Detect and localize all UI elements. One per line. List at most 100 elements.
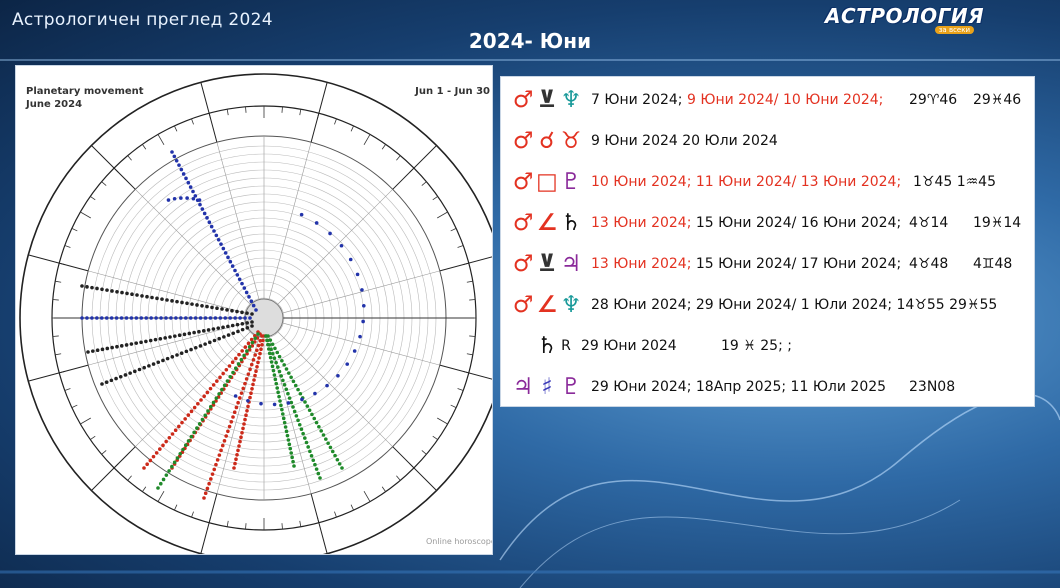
trace-dot xyxy=(212,467,217,472)
trace-dot xyxy=(250,320,254,324)
trace-dot xyxy=(245,311,249,315)
aspect-dates: 29 Юни 2024 xyxy=(581,338,677,354)
moon-trace-dot xyxy=(313,391,317,396)
aspect-glyph-icon: ♆ xyxy=(560,291,582,318)
trace-dot xyxy=(245,321,249,325)
trace-dot xyxy=(235,322,240,327)
trace-dot xyxy=(290,455,294,460)
trace-dot xyxy=(240,310,244,315)
trace-dot xyxy=(177,333,182,338)
trace-dot xyxy=(182,332,187,337)
trace-dot xyxy=(207,220,212,225)
trace-dot xyxy=(275,350,280,355)
trace-dot xyxy=(202,496,206,500)
trace-dot xyxy=(172,154,177,159)
trace-dot xyxy=(245,349,249,353)
moon-trace-dot xyxy=(339,243,344,248)
trace-dot xyxy=(239,357,244,362)
trace-dot xyxy=(202,394,206,399)
trace-dot xyxy=(165,356,170,361)
trace-dot xyxy=(180,300,184,305)
trace-dot xyxy=(210,472,215,476)
aspect-dates: 29 Юни 2024; 18Апр 2025; 11 Юли 2025 xyxy=(591,379,886,395)
trace-dot xyxy=(240,281,244,286)
trace-dot xyxy=(254,369,258,374)
trace-dot xyxy=(170,299,174,303)
trace-dot xyxy=(192,405,197,410)
trace-dot xyxy=(226,429,230,434)
aspect-glyph-icon: ♇ xyxy=(560,373,582,400)
trace-dot xyxy=(165,298,169,302)
trace-dot xyxy=(250,312,254,316)
trace-dot xyxy=(249,391,253,396)
trace-dot xyxy=(137,367,142,372)
trace-dot xyxy=(234,356,238,361)
trace-dot xyxy=(340,466,344,470)
trace-dot xyxy=(226,324,230,329)
trace-dot xyxy=(198,202,202,207)
trace-dot xyxy=(307,408,312,413)
degree-tick xyxy=(90,196,96,201)
aspect-degree: 29♈46 xyxy=(909,92,958,108)
moon-trace-dot xyxy=(358,334,362,339)
page-title: 2024- Юни xyxy=(468,29,592,53)
trace-dot xyxy=(237,277,242,282)
trace-dot xyxy=(243,345,248,349)
trace-dot xyxy=(158,336,163,341)
trace-dot xyxy=(246,341,251,346)
trace-dot xyxy=(86,350,90,354)
trace-dot xyxy=(279,403,283,408)
trace-dot xyxy=(145,462,149,467)
trace-dot xyxy=(291,405,295,409)
trace-dot xyxy=(274,381,279,386)
trace-dot xyxy=(221,246,226,251)
trace-dot xyxy=(118,374,123,379)
trace-dot xyxy=(170,150,174,154)
trace-dot xyxy=(305,404,310,408)
trace-dot xyxy=(217,336,221,341)
trace-dot xyxy=(219,448,223,453)
trace-dot xyxy=(235,309,239,314)
trace-dot xyxy=(135,293,139,297)
trace-dot xyxy=(115,344,119,349)
trace-dot xyxy=(333,453,337,458)
trace-dot xyxy=(85,285,89,289)
trace-dot xyxy=(230,360,235,365)
sign-divider xyxy=(392,446,437,491)
aspect-row: ♂ □ ♇ 10 Юни 2024; 11 Юни 2024/ 13 Юни 2024… xyxy=(511,167,1028,197)
degree-tick xyxy=(245,106,247,113)
aspect-date-text: 9 Юни 2024/ 10 Юни 2024; xyxy=(682,92,884,108)
trace-dot xyxy=(238,396,242,400)
trace-dot xyxy=(303,436,307,440)
moon-trace-dot xyxy=(179,196,183,200)
trace-dot xyxy=(281,378,285,383)
trace-dot xyxy=(230,308,234,313)
degree-tick xyxy=(71,228,78,232)
aspect-row: ♂ ⊻ ♃ 13 Юни 2024; 15 Юни 2024/ 17 Юни 2024… xyxy=(511,249,1028,279)
trace-dot xyxy=(104,380,109,384)
degree-tick xyxy=(437,211,448,219)
trace-dot xyxy=(211,327,216,331)
trace-dot xyxy=(216,237,221,242)
trace-dot xyxy=(237,352,241,357)
trace-dot xyxy=(328,445,333,450)
trace-dot xyxy=(220,307,224,311)
trace-dot xyxy=(303,400,307,404)
trace-dot xyxy=(273,377,278,382)
trace-dot xyxy=(124,316,129,320)
trace-dot xyxy=(253,353,257,357)
degree-tick xyxy=(127,155,132,161)
trace-dot xyxy=(187,331,192,336)
aspect-glyph-icon: ♃ xyxy=(560,250,582,277)
trace-dot xyxy=(291,379,296,384)
trace-dot xyxy=(202,211,207,216)
trace-dot xyxy=(150,295,154,300)
trace-dot xyxy=(251,303,256,308)
trace-dot xyxy=(213,316,218,320)
trace-dot xyxy=(164,316,168,320)
aspect-row: ♂ ☌ ♉ 9 Юни 2024 20 Юли 2024 xyxy=(511,126,1028,156)
trace-dot xyxy=(217,453,222,457)
trace-dot xyxy=(203,342,207,346)
trace-dot xyxy=(283,425,288,429)
chart-footer: Online horoscope xyxy=(426,537,493,546)
